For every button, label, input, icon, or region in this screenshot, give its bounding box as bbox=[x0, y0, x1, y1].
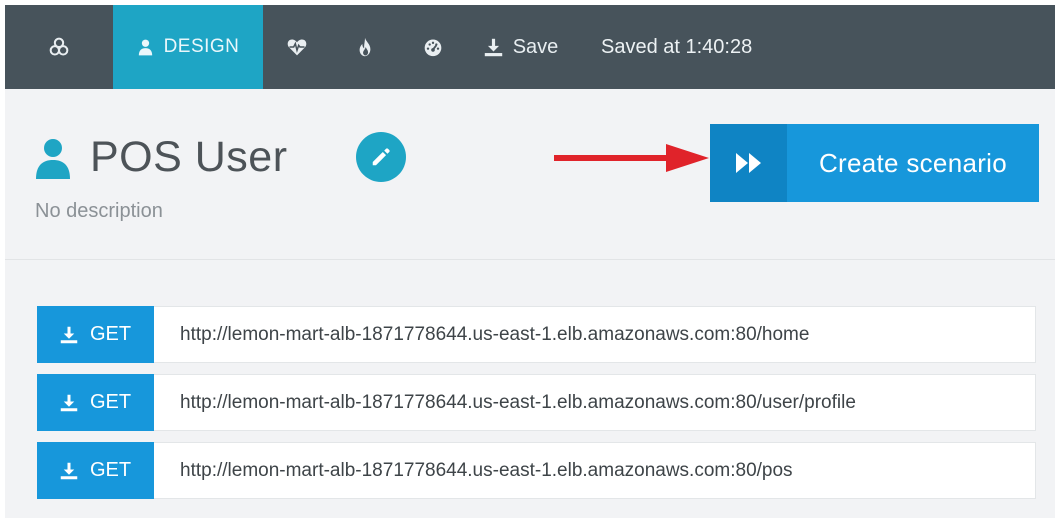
fire-icon bbox=[359, 37, 371, 57]
tab-design-label: DESIGN bbox=[163, 36, 240, 57]
request-list: GET http://lemon-mart-alb-1871778644.us-… bbox=[37, 306, 1036, 510]
request-method-button[interactable]: GET bbox=[37, 306, 154, 363]
edit-button[interactable] bbox=[356, 132, 406, 182]
create-scenario-icon-box bbox=[710, 124, 787, 202]
top-navigation-bar: DESIGN Save Saved at 1:40:28 bbox=[5, 5, 1055, 89]
request-url[interactable]: http://lemon-mart-alb-1871778644.us-east… bbox=[154, 307, 809, 362]
user-icon bbox=[36, 139, 70, 179]
create-scenario-button[interactable]: Create scenario bbox=[710, 124, 1039, 202]
download-icon bbox=[60, 394, 78, 411]
request-row[interactable]: GET http://lemon-mart-alb-1871778644.us-… bbox=[37, 374, 1036, 431]
gauge-icon bbox=[424, 39, 442, 57]
request-row[interactable]: GET http://lemon-mart-alb-1871778644.us-… bbox=[37, 442, 1036, 499]
request-method-button[interactable]: GET bbox=[37, 442, 154, 499]
save-button[interactable]: Save bbox=[467, 5, 575, 89]
download-icon bbox=[484, 38, 502, 56]
pencil-icon bbox=[372, 148, 390, 166]
request-url[interactable]: http://lemon-mart-alb-1871778644.us-east… bbox=[154, 375, 856, 430]
download-icon bbox=[60, 462, 78, 479]
logo-cluster-icon bbox=[49, 37, 69, 56]
app-frame: DESIGN Save Saved at 1:40:28 POS User No… bbox=[5, 5, 1055, 518]
request-url[interactable]: http://lemon-mart-alb-1871778644.us-east… bbox=[154, 443, 793, 498]
create-scenario-label: Create scenario bbox=[818, 147, 1008, 178]
tab-performance[interactable] bbox=[399, 5, 467, 89]
logo-button[interactable] bbox=[5, 5, 113, 89]
description-text: No description bbox=[35, 200, 163, 222]
download-icon bbox=[60, 326, 78, 343]
save-label: Save bbox=[512, 35, 559, 58]
request-method-button[interactable]: GET bbox=[37, 374, 154, 431]
tab-stress[interactable] bbox=[331, 5, 399, 89]
request-method-label: GET bbox=[89, 459, 132, 481]
annotation-arrow-icon bbox=[554, 144, 709, 172]
tab-monitor[interactable] bbox=[263, 5, 331, 89]
scenario-header: POS User No description Create scenario bbox=[5, 89, 1055, 260]
request-method-label: GET bbox=[89, 323, 132, 345]
save-status: Saved at 1:40:28 bbox=[601, 35, 753, 58]
page-title: POS User bbox=[90, 133, 288, 181]
request-row[interactable]: GET http://lemon-mart-alb-1871778644.us-… bbox=[37, 306, 1036, 363]
request-method-label: GET bbox=[89, 391, 132, 413]
user-icon bbox=[138, 39, 152, 55]
fast-forward-icon bbox=[735, 153, 761, 173]
heart-monitor-icon bbox=[287, 39, 307, 56]
tab-design[interactable]: DESIGN bbox=[113, 5, 263, 89]
